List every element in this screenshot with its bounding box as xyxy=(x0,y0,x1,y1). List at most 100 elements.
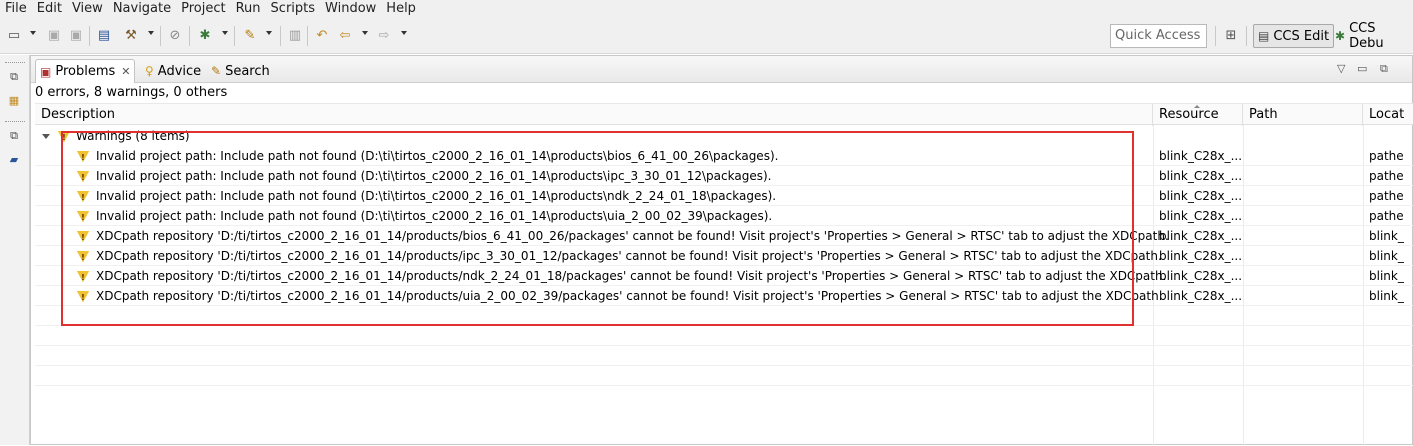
toolbar-separator xyxy=(189,26,190,46)
row-description: ! Invalid project path: Include path not … xyxy=(77,166,771,186)
problems-view: ▣ Problems ✕ ♀ Advice ✎ Search ▽ ▭ ⧉ 0 e… xyxy=(30,55,1413,446)
row-location: pathe xyxy=(1369,169,1404,183)
sort-indicator-icon xyxy=(1194,105,1200,108)
row-resource: blink_C28x_... xyxy=(1159,189,1243,203)
column-description[interactable]: Description xyxy=(35,104,1153,126)
table-row[interactable]: ! XDCpath repository 'D:/ti/tirtos_c2000_… xyxy=(35,266,1413,286)
ccs-debug-icon: ✱ xyxy=(1335,29,1346,43)
table-row[interactable]: ! Invalid project path: Include path not … xyxy=(35,146,1413,166)
toolbar-separator xyxy=(280,26,281,46)
open-folder-icon[interactable]: ▰ xyxy=(7,152,21,166)
tab-label: Problems xyxy=(55,64,116,79)
table-row[interactable]: ! XDCpath repository 'D:/ti/tirtos_c2000_… xyxy=(35,226,1413,246)
perspective-ccs-edit[interactable]: ▤ CCS Edit xyxy=(1253,24,1335,48)
menu-file[interactable]: File xyxy=(0,0,32,18)
perspective-ccs-debug[interactable]: ✱ CCS Debu xyxy=(1331,21,1413,51)
menu-scripts[interactable]: Scripts xyxy=(266,0,320,18)
menu-window[interactable]: Window xyxy=(320,0,381,18)
new-dropdown-arrow[interactable] xyxy=(30,31,36,35)
toggle-view-icon[interactable]: ▥ xyxy=(287,27,303,43)
row-resource: blink_C28x_... xyxy=(1159,149,1243,163)
column-path[interactable]: Path xyxy=(1243,104,1363,126)
warning-icon: ! xyxy=(77,250,89,262)
row-location: blink_ xyxy=(1369,269,1404,283)
search-icon: ✎ xyxy=(211,64,222,78)
menu-help[interactable]: Help xyxy=(381,0,421,18)
tab-label: Advice xyxy=(157,63,202,79)
maximize-icon[interactable]: ⧉ xyxy=(1380,62,1388,76)
warnings-group-row[interactable]: ! Warnings (8 items) xyxy=(35,128,190,144)
row-resource: blink_C28x_... xyxy=(1159,289,1243,303)
menu-run[interactable]: Run xyxy=(231,0,266,18)
description-text: XDCpath repository 'D:/ti/tirtos_c2000_2… xyxy=(96,269,1167,283)
open-perspective-icon[interactable]: ⊞ xyxy=(1223,27,1239,43)
view-menu-icon[interactable]: ▽ xyxy=(1337,62,1345,75)
description-text: XDCpath repository 'D:/ti/tirtos_c2000_2… xyxy=(96,249,1162,263)
description-text: Invalid project path: Include path not f… xyxy=(96,189,777,203)
build-dropdown-arrow[interactable] xyxy=(148,31,154,35)
row-location: blink_ xyxy=(1369,229,1404,243)
debug-bug-icon[interactable]: ✱ xyxy=(197,27,213,43)
flash-icon[interactable]: ✎ xyxy=(242,27,258,43)
save-icon[interactable]: ▣ xyxy=(46,27,62,43)
row-location: blink_ xyxy=(1369,249,1404,263)
forward-dropdown-arrow[interactable] xyxy=(401,31,407,35)
flash-dropdown-arrow[interactable] xyxy=(266,31,272,35)
quick-access-input[interactable]: Quick Access xyxy=(1110,24,1207,48)
new-icon[interactable]: ▭ xyxy=(6,27,22,43)
table-row[interactable]: ! Invalid project path: Include path not … xyxy=(35,186,1413,206)
view-tab-bar: ▣ Problems ✕ ♀ Advice ✎ Search ▽ ▭ ⧉ xyxy=(31,56,1412,83)
forward-arrow-icon[interactable]: ⇨ xyxy=(376,27,392,43)
menu-edit[interactable]: Edit xyxy=(32,0,67,18)
row-description: ! XDCpath repository 'D:/ti/tirtos_c2000_… xyxy=(77,286,1163,306)
tab-label: Search xyxy=(225,63,270,79)
project-explorer-icon[interactable]: ▦ xyxy=(7,93,21,107)
minimize-icon[interactable]: ▭ xyxy=(1357,62,1367,75)
ccs-edit-icon: ▤ xyxy=(1258,29,1270,43)
restore-icon[interactable]: ⧉ xyxy=(7,129,21,143)
row-description: ! XDCpath repository 'D:/ti/tirtos_c2000_… xyxy=(77,266,1166,286)
row-description: ! XDCpath repository 'D:/ti/tirtos_c2000_… xyxy=(77,246,1162,266)
debug-dropdown-arrow[interactable] xyxy=(222,31,228,35)
toolbar-separator xyxy=(1215,26,1216,46)
description-text: XDCpath repository 'D:/ti/tirtos_c2000_2… xyxy=(96,289,1163,303)
description-text: Invalid project path: Include path not f… xyxy=(96,149,779,163)
debug-config-icon[interactable]: ▤ xyxy=(96,27,112,43)
row-description: ! Invalid project path: Include path not … xyxy=(77,146,778,166)
toolbar-separator xyxy=(89,26,90,46)
last-edit-icon[interactable]: ↶ xyxy=(314,27,330,43)
table-row[interactable]: ! XDCpath repository 'D:/ti/tirtos_c2000_… xyxy=(35,246,1413,266)
row-resource: blink_C28x_... xyxy=(1159,209,1243,223)
tab-advice[interactable]: ♀ Advice xyxy=(141,59,205,83)
skip-breakpoints-icon[interactable]: ⊘ xyxy=(167,27,183,43)
table-row[interactable]: ! Invalid project path: Include path not … xyxy=(35,166,1413,186)
table-row[interactable]: ! Invalid project path: Include path not … xyxy=(35,206,1413,226)
expand-twisty-icon[interactable] xyxy=(42,133,50,139)
row-location: pathe xyxy=(1369,209,1404,223)
perspective-label: CCS Edit xyxy=(1273,28,1330,44)
back-arrow-icon[interactable]: ⇦ xyxy=(337,27,353,43)
empty-table-row xyxy=(35,306,1413,326)
column-location[interactable]: Locat xyxy=(1363,104,1413,126)
row-resource: blink_C28x_... xyxy=(1159,249,1243,263)
build-hammer-icon[interactable]: ⚒ xyxy=(123,27,139,43)
problems-icon: ▣ xyxy=(40,64,52,79)
save-all-icon[interactable]: ▣ xyxy=(68,27,84,43)
close-icon[interactable]: ✕ xyxy=(121,65,130,78)
tab-search[interactable]: ✎ Search xyxy=(207,59,274,83)
menu-project[interactable]: Project xyxy=(176,0,230,18)
trim-grip[interactable] xyxy=(5,62,25,64)
tab-problems[interactable]: ▣ Problems ✕ xyxy=(35,59,136,83)
warning-icon: ! xyxy=(77,270,89,282)
restore-icon[interactable]: ⧉ xyxy=(7,70,21,84)
toolbar-separator xyxy=(1246,26,1247,46)
empty-table-row xyxy=(35,326,1413,346)
trim-grip[interactable] xyxy=(5,121,25,123)
menu-navigate[interactable]: Navigate xyxy=(108,0,176,18)
description-text: Invalid project path: Include path not f… xyxy=(96,209,773,223)
menu-view[interactable]: View xyxy=(67,0,108,18)
toolbar-separator xyxy=(234,26,235,46)
table-row[interactable]: ! XDCpath repository 'D:/ti/tirtos_c2000_… xyxy=(35,286,1413,306)
back-dropdown-arrow[interactable] xyxy=(362,31,368,35)
row-description: ! Invalid project path: Include path not … xyxy=(77,186,776,206)
